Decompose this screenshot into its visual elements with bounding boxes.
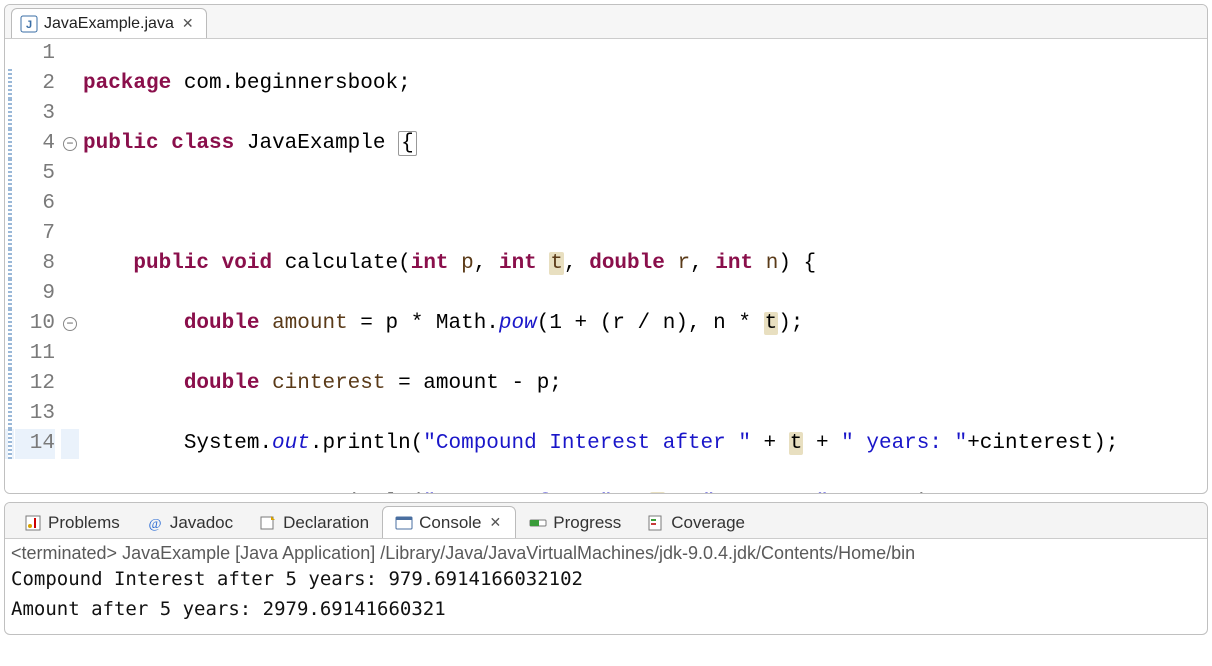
tab-declaration[interactable]: Declaration (246, 506, 382, 538)
console-line: Compound Interest after 5 years: 979.691… (11, 566, 1201, 596)
fold-toggle-icon[interactable]: − (63, 317, 77, 331)
line-number: 5 (15, 159, 55, 189)
svg-text:@: @ (148, 517, 161, 532)
java-file-icon: J (20, 15, 38, 33)
tab-console[interactable]: Console ✕ (382, 506, 516, 538)
tab-label: Problems (48, 513, 120, 533)
editor-tab-label: JavaExample.java (44, 15, 174, 33)
line-number: 10 (15, 309, 55, 339)
line-number: 4 (15, 129, 55, 159)
svg-text:J: J (26, 19, 32, 31)
fold-toggle-icon[interactable]: − (63, 137, 77, 151)
editor-tab-javaexample[interactable]: J JavaExample.java ✕ (11, 8, 207, 38)
tab-javadoc[interactable]: @ Javadoc (133, 506, 246, 538)
console-launch-info: <terminated> JavaExample [Java Applicati… (5, 539, 1207, 564)
line-number: 11 (15, 339, 55, 369)
line-number-gutter: 1 2 3 4 5 6 7 8 9 10 11 12 13 14 (15, 39, 61, 494)
fold-stripe-margin (5, 39, 15, 494)
close-icon[interactable]: ✕ (488, 514, 504, 531)
code-area[interactable]: package com.beginnersbook; public class … (79, 39, 1207, 494)
tab-coverage[interactable]: Coverage (634, 506, 758, 538)
editor-tab-bar: J JavaExample.java ✕ (5, 5, 1207, 39)
line-number: 9 (15, 279, 55, 309)
tab-label: Javadoc (170, 513, 233, 533)
code-editor[interactable]: 1 2 3 4 5 6 7 8 9 10 11 12 13 14 − − pac… (5, 39, 1207, 494)
line-number: 12 (15, 369, 55, 399)
progress-icon (529, 514, 547, 532)
editor-panel: J JavaExample.java ✕ 1 2 3 (4, 4, 1208, 494)
bottom-tab-bar: Problems @ Javadoc Declaration Console ✕… (5, 503, 1207, 539)
tab-label: Console (419, 513, 481, 533)
line-number: 3 (15, 99, 55, 129)
line-number: 7 (15, 219, 55, 249)
tab-label: Declaration (283, 513, 369, 533)
tab-label: Progress (553, 513, 621, 533)
line-number: 13 (15, 399, 55, 429)
console-output[interactable]: Compound Interest after 5 years: 979.691… (5, 564, 1207, 634)
bottom-panel: Problems @ Javadoc Declaration Console ✕… (4, 502, 1208, 635)
line-number: 6 (15, 189, 55, 219)
coverage-icon (647, 514, 665, 532)
console-line: Amount after 5 years: 2979.69141660321 (11, 596, 1201, 626)
line-number: 14 (15, 429, 55, 459)
javadoc-icon: @ (146, 514, 164, 532)
tab-problems[interactable]: Problems (11, 506, 133, 538)
tab-label: Coverage (671, 513, 745, 533)
declaration-icon (259, 514, 277, 532)
console-icon (395, 514, 413, 532)
line-number: 1 (15, 39, 55, 69)
line-number: 2 (15, 69, 55, 99)
line-number: 8 (15, 249, 55, 279)
problems-icon (24, 514, 42, 532)
fold-column: − − (61, 39, 79, 494)
close-icon[interactable]: ✕ (180, 15, 196, 32)
tab-progress[interactable]: Progress (516, 506, 634, 538)
